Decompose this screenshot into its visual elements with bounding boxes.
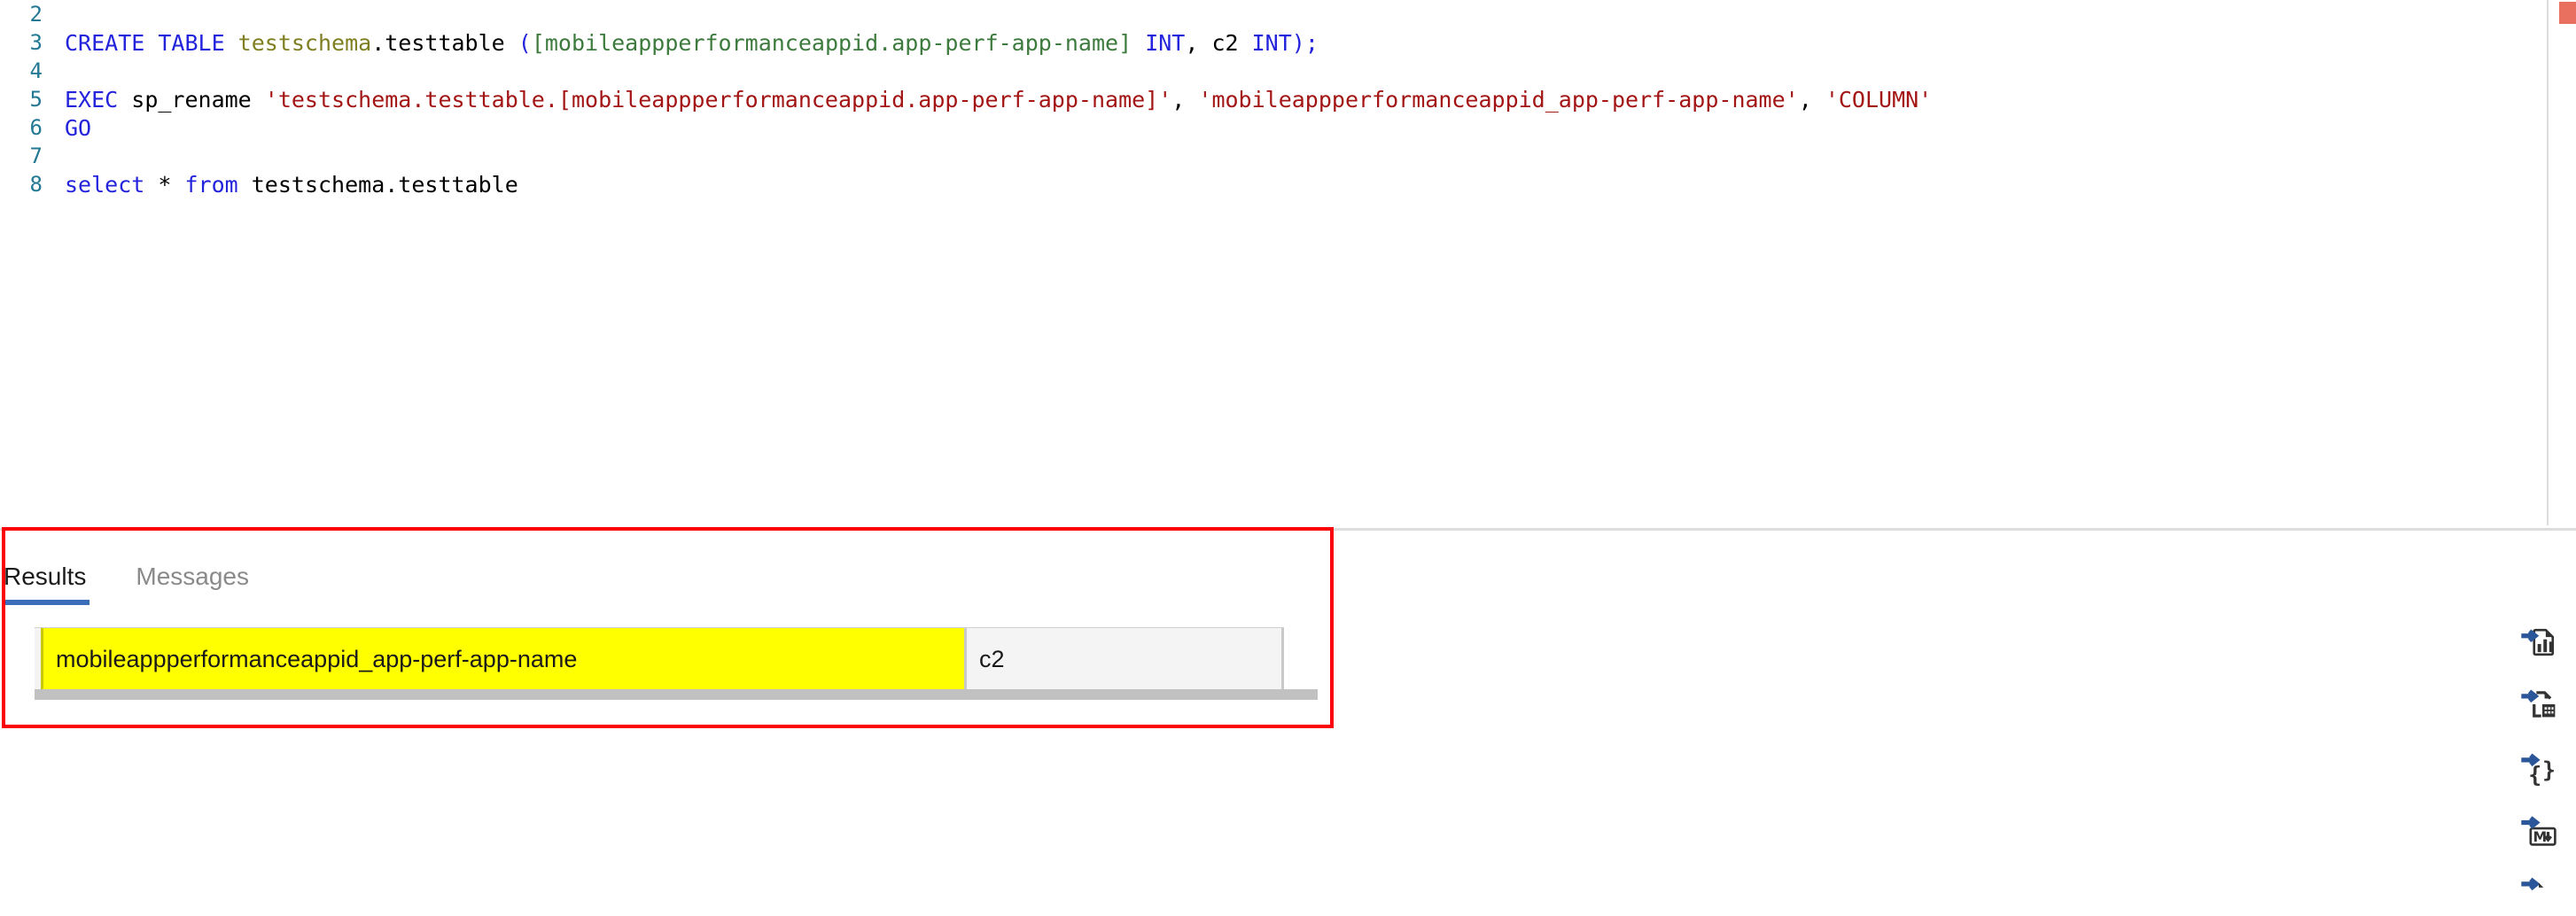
grid-column-header-2[interactable]: c2 — [964, 628, 1284, 690]
grid-header-row: mobileappperformanceappid_app-perf-app-n… — [41, 627, 1284, 690]
svg-text:{: { — [2528, 762, 2541, 787]
code-line-content: CREATE TABLE testschema.testtable ([mobi… — [43, 30, 1319, 56]
overview-ruler-error-marker[interactable] — [2559, 2, 2576, 24]
results-action-bar: { } M — [2509, 620, 2569, 916]
query-editor-window: 2 3 CREATE TABLE testschema.testtable ([mo… — [0, 0, 2576, 891]
code-token: 'COLUMN' — [1825, 86, 1933, 113]
line-number: 4 — [29, 58, 43, 83]
code-token: sp_rename — [131, 86, 265, 113]
line-number: 3 — [29, 30, 43, 55]
code-line[interactable]: 2 — [0, 0, 2553, 28]
code-token: testtable — [385, 29, 518, 56]
code-token: [mobileappperformanceappid.app-perf-app-… — [531, 29, 1132, 56]
grid-column-header-2-label: c2 — [979, 645, 1005, 672]
tab-results-label: Results — [4, 563, 87, 590]
results-pane: Results Messages mobileappperformanceapp… — [0, 531, 2576, 858]
tab-messages-label: Messages — [136, 563, 249, 590]
code-token: testschema.testtable — [251, 171, 518, 198]
grid-horizontal-scrollbar[interactable] — [35, 689, 1318, 700]
grid-column-header-1[interactable]: mobileappperformanceappid_app-perf-app-n… — [41, 628, 964, 690]
save-as-markdown-icon[interactable]: M — [2516, 811, 2562, 852]
code-line[interactable]: 7 — [0, 142, 2553, 170]
tab-results[interactable]: Results — [0, 554, 113, 605]
line-number: 7 — [29, 144, 43, 168]
code-lines[interactable]: 2 3 CREATE TABLE testschema.testtable ([mo… — [0, 0, 2553, 198]
code-token: , — [1798, 86, 1825, 113]
code-token: 'testschema.testtable.[mobileappperforma… — [264, 86, 1172, 113]
chart-viewer-icon[interactable] — [2516, 620, 2562, 661]
code-token: . — [371, 29, 385, 56]
code-token: from — [184, 171, 252, 198]
code-token: INT) — [1251, 29, 1305, 56]
save-as-excel-icon[interactable] — [2516, 684, 2562, 725]
code-token: ; — [1304, 29, 1319, 56]
svg-text:}: } — [2542, 757, 2556, 783]
code-token: INT — [1145, 29, 1186, 56]
code-token: select — [65, 171, 159, 198]
save-as-json-icon[interactable]: { } — [2516, 748, 2562, 788]
code-line-content: select * from testschema.testtable — [43, 172, 518, 198]
code-line-content: EXEC sp_rename 'testschema.testtable.[mo… — [43, 87, 1932, 113]
code-line[interactable]: 4 — [0, 57, 2553, 85]
code-line[interactable]: 6 GO — [0, 113, 2553, 142]
code-line[interactable]: 3 CREATE TABLE testschema.testtable ([mob… — [0, 28, 2553, 57]
line-number: 5 — [29, 87, 43, 112]
results-grid[interactable]: mobileappperformanceappid_app-perf-app-n… — [35, 627, 1318, 700]
code-token: GO — [65, 114, 92, 141]
line-number: 2 — [29, 2, 43, 27]
line-number: 6 — [29, 115, 43, 140]
tab-active-underline — [4, 600, 90, 605]
tab-messages[interactable]: Messages — [113, 554, 272, 600]
line-number: 8 — [29, 172, 43, 197]
code-token: ( — [518, 29, 532, 56]
code-line[interactable]: 8 select * from testschema.testtable — [0, 170, 2553, 198]
code-token: 'mobileappperformanceappid_app-perf-app-… — [1198, 86, 1799, 113]
results-tabstrip: Results Messages — [0, 554, 272, 605]
grid-row-number-gutter — [35, 627, 41, 690]
save-as-csv-icon[interactable] — [2516, 875, 2562, 916]
code-token: EXEC — [65, 86, 132, 113]
code-token: , — [1171, 86, 1199, 113]
code-token: * — [158, 171, 185, 198]
code-line-content: GO — [43, 115, 91, 141]
editor-overview-ruler[interactable] — [2553, 0, 2576, 525]
code-line[interactable]: 5 EXEC sp_rename 'testschema.testtable.[m… — [0, 85, 2553, 113]
code-token: , c2 — [1185, 29, 1252, 56]
code-token: CREATE TABLE — [65, 29, 238, 56]
grid-column-header-1-label: mobileappperformanceappid_app-perf-app-n… — [56, 645, 578, 672]
sql-editor[interactable]: 2 3 CREATE TABLE testschema.testtable ([mo… — [0, 0, 2553, 525]
editor-minimap-divider — [2547, 0, 2549, 525]
code-token: testschema — [237, 29, 372, 56]
